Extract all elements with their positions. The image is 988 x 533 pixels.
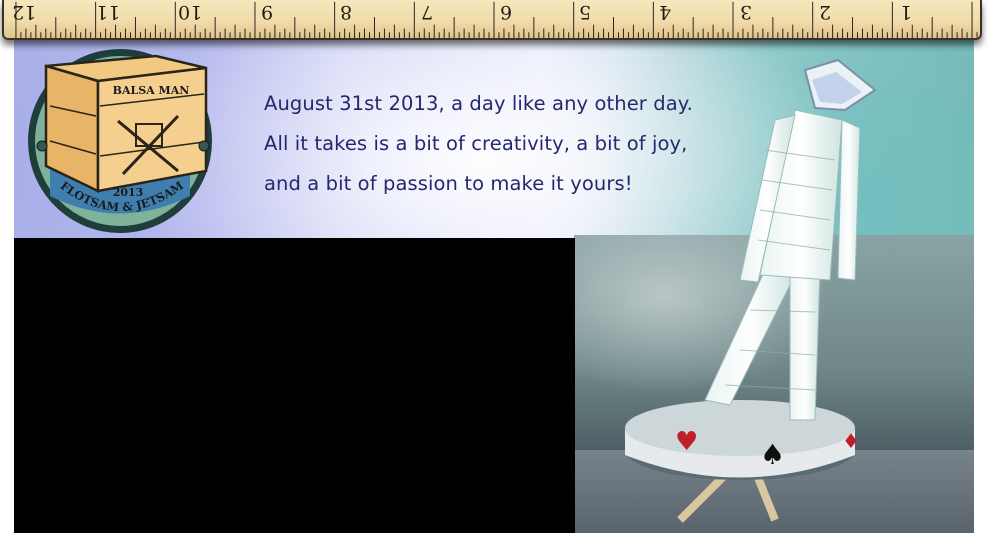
ruler-number: 8 — [340, 1, 353, 23]
ruler-number: 7 — [421, 1, 434, 23]
balsa-man-sculpture-image: ♥ ♠ ♦ — [625, 58, 877, 523]
logo-year: 2013 — [113, 186, 144, 199]
ruler-number: 12 — [12, 1, 37, 23]
video-player[interactable] — [14, 238, 575, 533]
svg-text:♠: ♠ — [760, 438, 785, 471]
ruler-number: 4 — [659, 1, 672, 23]
svg-text:♦: ♦ — [842, 429, 860, 453]
ruler-number: 1 — [900, 1, 913, 23]
ruler-number: 2 — [819, 1, 832, 23]
ruler-header: 12 11 10 9 8 7 6 5 4 3 2 1 — [2, 0, 982, 40]
svg-text:♥: ♥ — [675, 427, 698, 457]
ruler-number: 9 — [261, 1, 274, 23]
logo-top-text: BALSA MAN — [113, 84, 190, 97]
balsa-man-logo: BALSA MAN 2013 FLOTSAM & JETSAM — [28, 49, 212, 233]
ruler-number: 11 — [96, 1, 121, 23]
ruler-number: 6 — [500, 1, 513, 23]
ruler-number: 5 — [579, 1, 592, 23]
ruler-number: 3 — [740, 1, 753, 23]
ruler-number: 10 — [178, 1, 203, 23]
ruler-ticks — [15, 1, 978, 38]
